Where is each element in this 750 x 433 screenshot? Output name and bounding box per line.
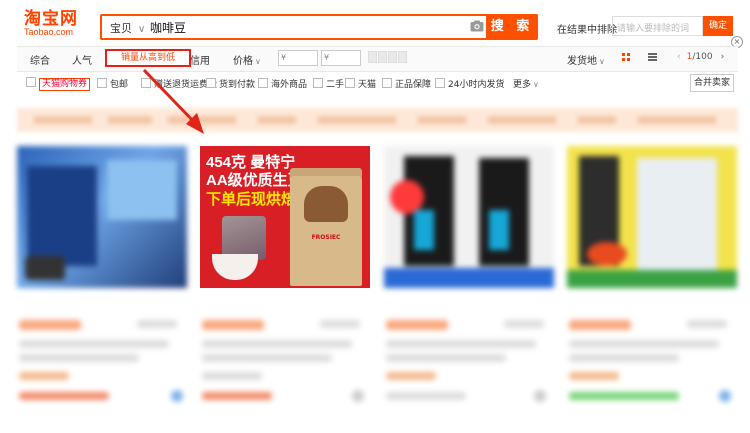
coffee-cup [212, 254, 258, 280]
price-min-input[interactable]: ¥ [278, 50, 318, 66]
filter-genuine[interactable]: 正品保障 [382, 77, 431, 90]
filter-bar: 天猫购物券 包邮 赠送退货运费险 货到付款 海外商品 二手 天猫 正品保障 24… [17, 73, 738, 93]
filter-more[interactable]: 更多 ∨ [513, 77, 539, 90]
filter-label: 天猫 [358, 80, 377, 90]
merge-sellers-button[interactable]: 合并卖家 [690, 74, 734, 92]
coffee-bag-brand: FROSIEC [311, 234, 341, 241]
camera-icon[interactable] [470, 20, 484, 32]
filter-label: 二手 [326, 80, 345, 90]
filter-free-shipping[interactable]: 包邮 [97, 77, 128, 90]
checkbox[interactable] [141, 78, 151, 88]
search-category-select[interactable]: 宝贝 ∨ [110, 20, 145, 36]
more-label: 更多 [513, 80, 532, 90]
filter-cod[interactable]: 货到付款 [206, 77, 255, 90]
filter-tmall-coupon[interactable]: 天猫购物券 [26, 77, 91, 91]
prev-page-icon[interactable]: ‹ [677, 52, 681, 62]
filter-label: 货到付款 [219, 80, 256, 90]
search-category-label: 宝贝 [110, 22, 132, 35]
product-card[interactable] [567, 146, 737, 416]
product-image[interactable] [17, 146, 187, 288]
search-input[interactable]: 咖啡豆 [150, 19, 186, 36]
sort-popularity[interactable]: 人气 [72, 52, 92, 67]
sort-price-label: 价格 [233, 56, 253, 67]
sort-price[interactable]: 价格 ∨ [233, 52, 261, 67]
list-view-icon[interactable] [648, 53, 657, 61]
checkbox[interactable] [313, 78, 323, 88]
chevron-down-icon: ∨ [533, 80, 539, 89]
tmall-coupon-tag: 天猫购物券 [39, 78, 91, 91]
product-meta [17, 292, 187, 416]
price-range-bars[interactable] [368, 51, 408, 63]
pager: ‹ 1/100 › [677, 52, 724, 62]
sort-credit[interactable]: 信用 [190, 52, 210, 67]
filter-overseas[interactable]: 海外商品 [258, 77, 307, 90]
ship-from-label: 发货地 [567, 56, 597, 67]
ship-from-select[interactable]: 发货地 ∨ [567, 52, 605, 67]
product-card[interactable] [17, 146, 187, 416]
filter-second-hand[interactable]: 二手 [313, 77, 344, 90]
coffee-bag-window [304, 186, 348, 222]
filter-label: 包邮 [110, 80, 129, 90]
product-meta [384, 292, 554, 416]
promo-banner [17, 108, 738, 132]
logo-text-cn: 淘宝网 [24, 9, 78, 28]
price-max-input[interactable]: ¥ [321, 50, 361, 66]
checkbox[interactable] [345, 78, 355, 88]
product-image[interactable] [567, 146, 737, 288]
checkbox[interactable] [97, 78, 107, 88]
exclude-label: 在结果中排除 [557, 25, 617, 36]
total-pages: /100 [692, 52, 713, 62]
product-meta [200, 292, 370, 416]
product-promo-line-2: AA级优质生豆 [206, 172, 303, 189]
checkbox[interactable] [258, 78, 268, 88]
taobao-logo[interactable]: 淘宝网 Taobao.com [24, 10, 82, 38]
search-box: 宝贝 ∨ 咖啡豆 搜 索 [100, 14, 538, 40]
search-button[interactable]: 搜 索 [486, 14, 538, 40]
product-card-featured[interactable]: 454克 曼特宁 AA级优质生豆 下单后现烘焙 FROSIEC [200, 146, 370, 416]
logo-text-en: Taobao.com [24, 27, 74, 37]
sort-bar: 综合 人气 销量从高到低 信用 价格∨ ¥ - ¥ 发货地∨ ‹1/100› [17, 46, 738, 72]
chevron-down-icon: ∨ [255, 57, 261, 66]
product-image[interactable]: 454克 曼特宁 AA级优质生豆 下单后现烘焙 FROSIEC [200, 146, 370, 288]
product-promo-line-3: 下单后现烘焙 [206, 191, 297, 208]
filter-label: 正品保障 [395, 80, 432, 90]
exclude-input[interactable]: 请输入要排除的词 [612, 16, 703, 36]
chevron-down-icon: ∨ [138, 24, 146, 35]
filter-label: 海外商品 [271, 80, 308, 90]
product-card[interactable] [384, 146, 554, 416]
header: 淘宝网 Taobao.com 宝贝 ∨ 咖啡豆 搜 索 在结果中排除 请输入要排除… [0, 0, 750, 48]
checkbox[interactable] [382, 78, 392, 88]
next-page-icon[interactable]: › [721, 52, 725, 62]
exclude-confirm-button[interactable]: 确定 [703, 16, 733, 36]
filter-tmall[interactable]: 天猫 [345, 77, 376, 90]
product-meta [567, 292, 737, 416]
chevron-down-icon: ∨ [599, 57, 605, 66]
checkbox[interactable] [435, 78, 445, 88]
checkbox[interactable] [206, 78, 216, 88]
grid-view-icon[interactable] [622, 53, 630, 61]
sort-default[interactable]: 综合 [30, 52, 50, 67]
sort-sales-desc[interactable]: 销量从高到低 [105, 49, 191, 67]
filter-24h-ship[interactable]: 24小时内发货 [435, 77, 504, 90]
product-image[interactable] [384, 146, 554, 288]
filter-label: 24小时内发货 [448, 80, 505, 90]
checkbox[interactable] [26, 77, 36, 87]
